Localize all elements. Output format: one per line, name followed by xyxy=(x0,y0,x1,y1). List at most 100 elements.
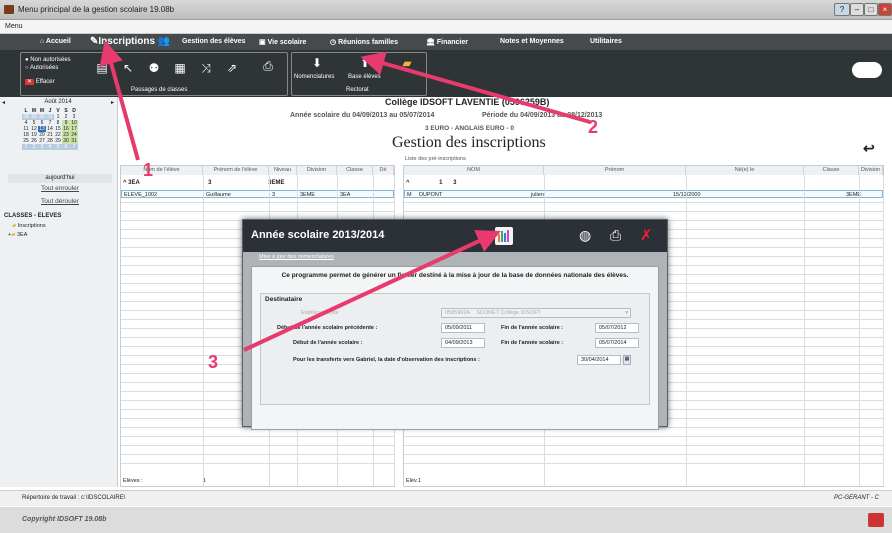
base-eleves-button[interactable]: Base élèves xyxy=(348,74,381,80)
dropdown-icon: ▾ xyxy=(625,310,628,316)
start-label: Début de l'année scolaire : xyxy=(293,340,363,346)
nav-gestion-eleves[interactable]: Gestion des élèves xyxy=(182,38,245,45)
left-pane: ◂ Août 2014 ▸ L M M J V S D 28 29 30 31 1 2 3 4 5 6 7 8 9 10… xyxy=(0,97,118,487)
grid-line xyxy=(804,175,805,486)
grid-line xyxy=(404,211,883,212)
help-button[interactable]: ? xyxy=(834,3,850,16)
printer-icon[interactable]: ⎙ xyxy=(261,59,275,73)
column-header[interactable]: Prénom xyxy=(544,166,686,175)
globe-icon[interactable]: ◍ xyxy=(579,227,591,244)
column-header[interactable]: Division xyxy=(859,166,883,175)
column-header[interactable]: NOM xyxy=(404,166,544,175)
calendar-day[interactable]: 1 xyxy=(22,144,30,150)
table-cell: 3EA xyxy=(340,192,351,198)
grid-line xyxy=(883,175,884,486)
tree-item-3ea[interactable]: +▰ 3EA xyxy=(8,232,27,238)
column-header[interactable]: Niveau xyxy=(269,166,297,175)
preinscriptions-count: Elèv.1 xyxy=(406,478,421,484)
back-icon[interactable]: ↩ xyxy=(863,140,875,157)
nav-inscriptions[interactable]: ✎Inscriptions 👥 xyxy=(90,36,170,47)
maximize-button[interactable]: □ xyxy=(864,3,878,16)
nav-vie-scolaire[interactable]: ▣ Vie scolaire xyxy=(259,38,306,46)
window-title: Menu principal de la gestion scolaire 19… xyxy=(18,5,175,14)
table-row[interactable]: ELEVE_1002 Guillaume 3 3EME 3EA xyxy=(121,190,394,198)
column-header[interactable]: Né(e) le xyxy=(686,166,804,175)
date-picker-icon[interactable]: ▦ xyxy=(623,355,631,365)
table-row[interactable]: MDUPONTjulien15/12/20003EME xyxy=(404,190,883,198)
minimize-button[interactable]: – xyxy=(850,3,864,16)
printer-icon[interactable]: ⎙ xyxy=(610,227,621,244)
page-title: Gestion des inscriptions xyxy=(392,134,546,151)
calendar-day[interactable]: 5 xyxy=(54,144,62,150)
column-header[interactable]: Prénom de l'élève xyxy=(203,166,269,175)
column-header[interactable]: Classe xyxy=(337,166,373,175)
today-button[interactable]: aujourd'hui xyxy=(8,174,112,183)
prev-month-button[interactable]: ◂ xyxy=(2,99,5,106)
enroll-all-button[interactable]: Tout enrouler xyxy=(8,185,112,194)
folder-icon: ▰ xyxy=(12,223,17,229)
shuffle-icon[interactable]: ⤨ xyxy=(199,61,213,75)
students-count-label: Elèves : xyxy=(123,478,143,484)
annotation-number: 3 xyxy=(208,352,219,372)
unroll-all-button[interactable]: Tout dérouler xyxy=(8,198,112,207)
calendar-day[interactable]: 2 xyxy=(30,144,38,150)
etab-label: Etablissements xyxy=(301,310,339,316)
grid-line xyxy=(686,175,687,486)
grid-line xyxy=(404,445,883,446)
card-icon[interactable]: ▦ xyxy=(173,61,187,75)
folder-icon[interactable]: ▰ xyxy=(400,56,414,70)
dialog-title: Année scolaire 2013/2014 xyxy=(251,229,385,241)
nav-reunions[interactable]: ◷ Réunions familles xyxy=(330,38,398,46)
table-cell: 3 xyxy=(272,192,276,198)
section-title: Destinataire xyxy=(265,296,303,303)
column-header[interactable]: Classe xyxy=(804,166,859,175)
nav-notes[interactable]: Notes et Moyennes xyxy=(500,38,564,45)
exit-icon[interactable] xyxy=(868,513,884,527)
print-icon[interactable]: ▤ xyxy=(95,61,109,75)
status-bar: Répertoire de travail : c:\IDSCOLAIRE\ P… xyxy=(0,490,892,506)
app-window: Menu principal de la gestion scolaire 19… xyxy=(0,0,892,533)
table-cell: DUPONT xyxy=(419,192,443,198)
monitor-icon: ▣ xyxy=(259,39,266,46)
calendar-day[interactable]: 4 xyxy=(46,144,54,150)
calendar-day[interactable]: 3 xyxy=(38,144,46,150)
calendar-day[interactable]: 7 xyxy=(70,144,78,150)
close-icon[interactable]: ✗ xyxy=(640,226,653,244)
upload-icon[interactable]: ⬆ xyxy=(358,56,372,70)
column-header[interactable]: Division xyxy=(297,166,337,175)
nav-accueil[interactable]: ⌂ Accueil xyxy=(40,38,71,45)
transfer-input[interactable]: 30/04/2014 xyxy=(577,355,621,365)
end-input[interactable]: 05/07/2014 xyxy=(595,338,639,348)
close-button[interactable]: × xyxy=(878,3,892,16)
grid-line xyxy=(404,463,883,464)
cloud-icon[interactable] xyxy=(852,62,882,78)
menu-item[interactable]: Menu xyxy=(5,23,23,30)
download-icon[interactable]: ⬇ xyxy=(310,56,324,70)
tab-nomenclatures[interactable]: Mise à jour des nomenclatures xyxy=(259,254,334,260)
folder-icon: ▰ xyxy=(11,232,16,238)
chart-icon[interactable] xyxy=(495,227,513,245)
effacer-button[interactable]: ✕ Effacer xyxy=(25,78,55,85)
calendar-grid: L M M J V S D 28 29 30 31 1 2 3 4 5 6 7 8 9 10 11 12 13 14 15 16 17… xyxy=(22,108,78,150)
tree-item-inscriptions[interactable]: ▰ Inscriptions xyxy=(12,223,46,229)
prev-start-input[interactable]: 05/09/2011 xyxy=(441,323,485,333)
column-header[interactable]: Dé xyxy=(373,166,394,175)
dialog-header: Année scolaire 2013/2014 ◍ ⎙ ✗ xyxy=(243,220,667,252)
start-input[interactable]: 04/09/2013 xyxy=(441,338,485,348)
calendar-day[interactable]: 6 xyxy=(62,144,70,150)
school-year: Année scolaire du 04/09/2013 au 05/07/20… xyxy=(290,112,435,119)
radio-autorisees[interactable]: ○ Autorisées xyxy=(25,65,58,71)
prev-end-input[interactable]: 05/07/2012 xyxy=(595,323,639,333)
column-header[interactable]: Nom de l'élève xyxy=(121,166,203,175)
group-row[interactable]: ^ 13 xyxy=(406,180,457,186)
radio-non-autorisees[interactable]: ● Non autorisées xyxy=(25,57,71,63)
group-icon[interactable]: ⚉ xyxy=(147,61,161,75)
nomenclatures-button[interactable]: Nomenclatures xyxy=(294,74,334,80)
export-icon[interactable]: ⇗ xyxy=(225,61,239,75)
arrow-icon[interactable]: ↖ xyxy=(121,61,135,75)
nav-utilitaires[interactable]: Utilitaires xyxy=(590,38,622,45)
nav-financier[interactable]: 🏛 Financier xyxy=(426,38,468,46)
next-month-button[interactable]: ▸ xyxy=(111,99,114,106)
etab-select[interactable]: 0595962A SCONET Collège IDSOFT ▾ xyxy=(441,308,631,318)
table-cell: julien xyxy=(531,192,544,198)
